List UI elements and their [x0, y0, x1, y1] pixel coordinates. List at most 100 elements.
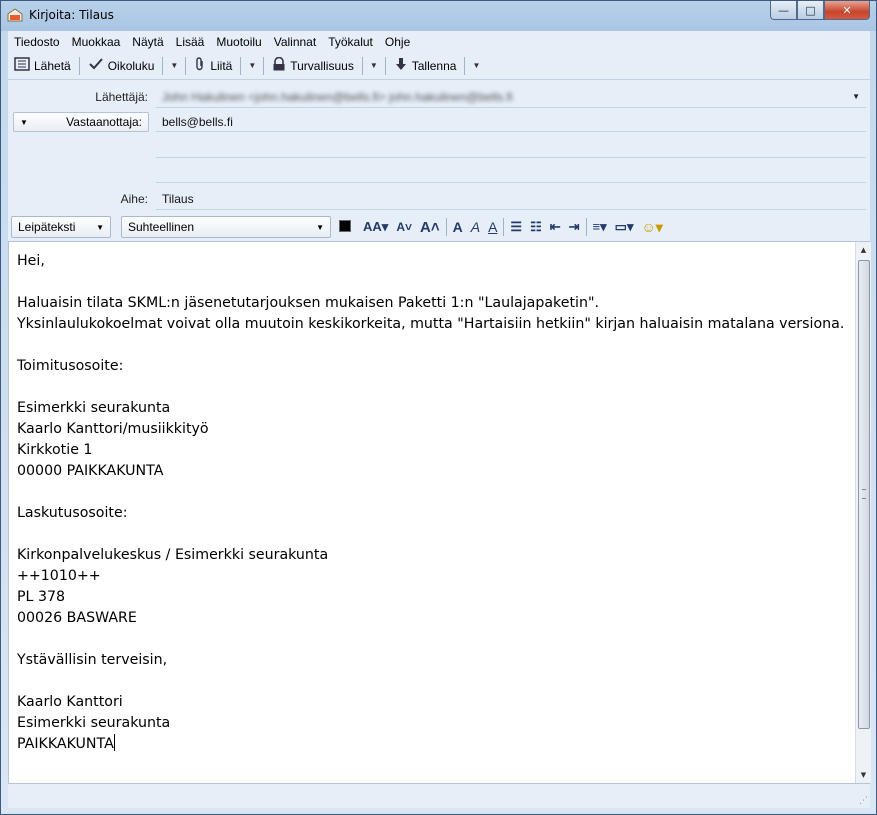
scrollbar-thumb[interactable] — [858, 260, 870, 729]
menu-insert[interactable]: Lisää — [170, 35, 211, 49]
recipient-type-dropdown-icon: ▼ — [20, 117, 28, 127]
window-title: Kirjoita: Tilaus — [29, 8, 114, 22]
compose-app-icon — [7, 8, 23, 22]
from-field-underline — [156, 107, 866, 108]
toolbar-separator — [185, 56, 187, 75]
body-line — [17, 482, 855, 503]
subject-label: Aihe: — [120, 192, 148, 206]
body-line: Esimerkki seurakunta — [17, 715, 171, 731]
body-line: ++1010++ — [17, 568, 101, 584]
recipient-row-empty-1[interactable] — [156, 157, 866, 158]
toolbar-separator — [361, 56, 363, 75]
to-field-underline — [156, 131, 866, 132]
attach-button[interactable]: Liitä — [188, 55, 238, 77]
from-field[interactable]: John Hakulinen <john.hakulinen@bells.fi>… — [162, 90, 513, 104]
resize-grip-icon[interactable]: ⋰ — [859, 796, 868, 806]
menu-help[interactable]: Ohje — [379, 35, 416, 49]
format-separator — [585, 218, 587, 236]
save-label: Tallenna — [411, 58, 457, 73]
spellcheck-label: Oikoluku — [107, 58, 155, 73]
text-color-icon[interactable] — [339, 220, 355, 236]
menu-edit[interactable]: Muokkaa — [66, 35, 127, 49]
body-line — [17, 272, 855, 293]
format-separator — [503, 218, 505, 236]
security-dropdown-icon[interactable]: ▼ — [365, 61, 383, 70]
paragraph-style-select[interactable]: Leipäteksti ▼ — [11, 216, 111, 238]
body-line: Yksinlaulukokoelmat voivat olla muutoin … — [17, 316, 845, 332]
status-bar: ⋰ — [8, 783, 870, 808]
underline-icon[interactable]: A — [488, 219, 497, 235]
send-button[interactable]: Lähetä — [8, 55, 77, 77]
attach-dropdown-icon[interactable]: ▼ — [243, 61, 261, 70]
menu-options[interactable]: Valinnat — [268, 35, 322, 49]
subject-field-underline — [156, 209, 866, 210]
body-line: Toimitusosoite: — [17, 358, 124, 374]
body-line — [17, 629, 855, 650]
increase-font-icon[interactable]: A˄ — [420, 219, 440, 236]
save-dropdown-icon[interactable]: ▼ — [467, 61, 485, 70]
bullet-list-icon[interactable]: ☰ — [510, 219, 522, 235]
to-field[interactable]: bells@bells.fi — [162, 115, 233, 129]
outdent-icon[interactable]: ⇤ — [550, 219, 561, 235]
font-select[interactable]: Suhteellinen ▼ — [121, 216, 331, 238]
numbered-list-icon[interactable]: ☷ — [530, 219, 542, 235]
body-line — [17, 524, 855, 545]
attach-label: Liitä — [210, 58, 233, 73]
message-body-editor[interactable]: Hei, Haluaisin tilata SKML:n jäsenetutarj… — [8, 242, 855, 783]
scroll-down-arrow-icon[interactable]: ▼ — [856, 767, 871, 783]
to-label: Vastaanottaja: — [66, 115, 142, 129]
menu-format[interactable]: Muotoilu — [210, 35, 267, 49]
body-line — [17, 671, 855, 692]
indent-icon[interactable]: ⇥ — [569, 219, 580, 235]
body-line: Kirkonpalvelukeskus / Esimerkki seurakun… — [17, 547, 329, 563]
from-label: Lähettäjä: — [95, 90, 148, 104]
toolbar-separator — [263, 56, 265, 75]
format-separator — [445, 218, 447, 236]
toolbar-separator — [384, 56, 386, 75]
insert-object-icon[interactable]: ▭▾ — [615, 219, 634, 235]
save-button[interactable]: Tallenna — [388, 55, 463, 77]
menu-bar: Tiedosto Muokkaa Näytä Lisää Muotoilu Va… — [8, 31, 870, 52]
toolbar-separator — [78, 56, 80, 75]
send-label: Lähetä — [34, 58, 71, 73]
title-bar: Kirjoita: Tilaus — □ ✕ — [1, 1, 876, 31]
from-dropdown-icon[interactable]: ▼ — [852, 92, 860, 101]
recipient-row-empty-2[interactable] — [156, 182, 866, 183]
formatting-toolbar: Leipäteksti ▼ Suhteellinen ▼ AA▾ A˅ A˄ A… — [8, 213, 870, 242]
body-line: 00026 BASWARE — [17, 610, 137, 626]
decrease-font-icon[interactable]: A˅ — [396, 220, 412, 234]
message-headers: Lähettäjä: John Hakulinen <john.hakuline… — [8, 80, 870, 213]
menu-file[interactable]: Tiedosto — [8, 35, 66, 49]
lock-icon — [272, 56, 286, 74]
subject-field[interactable]: Tilaus — [162, 192, 194, 206]
align-icon[interactable]: ≡▾ — [593, 219, 607, 235]
bold-icon[interactable]: A — [453, 219, 463, 235]
paragraph-style-value: Leipäteksti — [18, 220, 76, 234]
compose-toolbar: Lähetä Oikoluku ▼ Liitä ▼ Turvallisuus ▼… — [8, 52, 870, 80]
spellcheck-dropdown-icon[interactable]: ▼ — [165, 61, 183, 70]
menu-tools[interactable]: Työkalut — [322, 35, 379, 49]
vertical-scrollbar[interactable]: ▲ ▼ — [855, 242, 871, 783]
send-icon — [14, 57, 30, 74]
security-button[interactable]: Turvallisuus — [266, 55, 360, 77]
compose-window: Kirjoita: Tilaus — □ ✕ Tiedosto Muokkaa … — [0, 0, 877, 815]
body-line — [17, 377, 855, 398]
maximize-button[interactable]: □ — [797, 1, 824, 20]
body-line: Hei, — [17, 253, 45, 269]
body-line: Kaarlo Kanttori/musiikkityö — [17, 421, 209, 437]
checkmark-icon — [88, 57, 104, 74]
toolbar-separator — [162, 56, 164, 75]
toolbar-separator — [464, 56, 466, 75]
spellcheck-button[interactable]: Oikoluku — [82, 55, 161, 77]
minimize-button[interactable]: — — [770, 1, 797, 20]
recipient-type-select[interactable]: ▼ Vastaanottaja: — [13, 112, 149, 132]
scroll-up-arrow-icon[interactable]: ▲ — [856, 242, 871, 258]
body-line: PL 378 — [17, 589, 66, 605]
menu-view[interactable]: Näytä — [126, 35, 169, 49]
smiley-icon[interactable]: ☺▾ — [641, 219, 662, 236]
italic-icon[interactable]: A — [471, 219, 480, 235]
font-size-icon[interactable]: AA▾ — [363, 219, 388, 235]
close-button[interactable]: ✕ — [824, 1, 870, 20]
scrollbar-grip-icon — [862, 489, 866, 499]
body-line: Ystävällisin terveisin, — [17, 652, 168, 668]
